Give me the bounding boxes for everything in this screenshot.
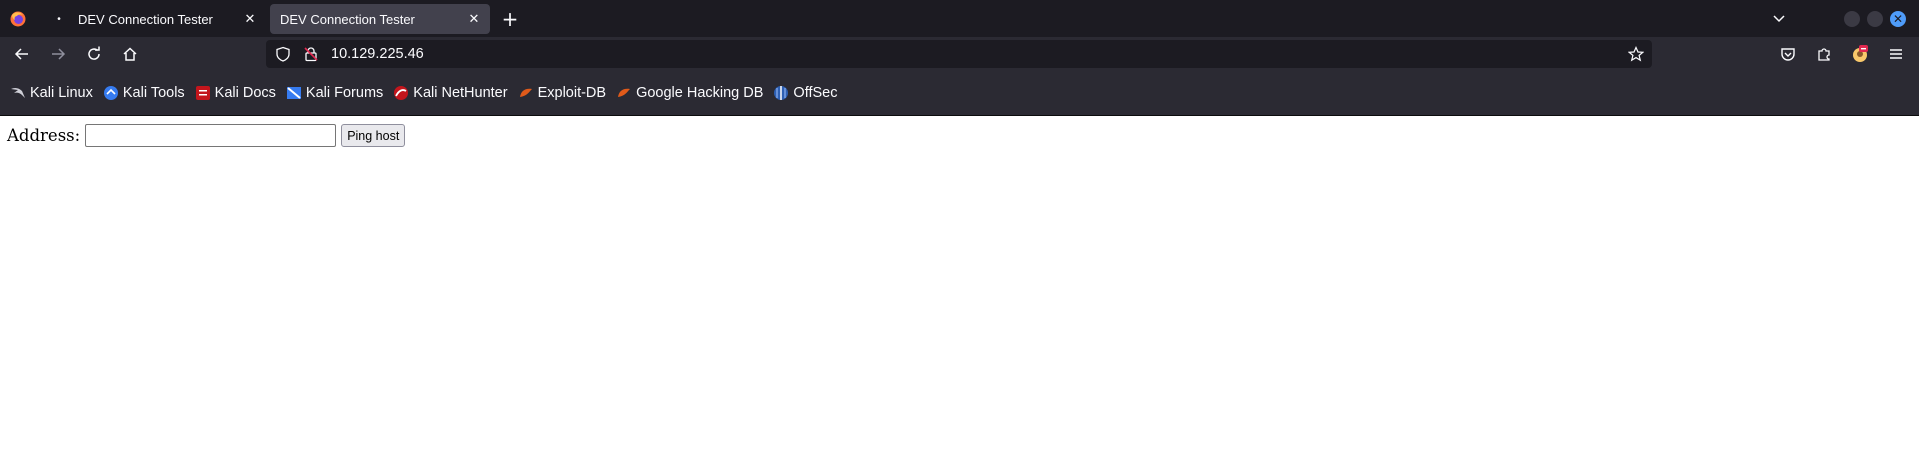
bookmark-kali-docs[interactable]: Kali Docs	[195, 81, 276, 105]
kali-tools-icon	[103, 85, 119, 101]
chevron-down-icon[interactable]	[1768, 7, 1790, 29]
tab-label: DEV Connection Tester	[78, 11, 213, 27]
extensions-puzzle-icon[interactable]	[1810, 40, 1838, 68]
maximize-button[interactable]	[1867, 11, 1883, 27]
new-tab-button[interactable]: +	[496, 5, 524, 33]
ping-form: Address: Ping host	[7, 124, 406, 147]
forward-arrow-icon[interactable]	[44, 40, 72, 68]
url-text[interactable]: 10.129.225.46	[331, 46, 424, 62]
address-label: Address:	[7, 126, 81, 145]
bookmark-label: OffSec	[793, 84, 838, 101]
ping-host-button[interactable]: Ping host	[341, 124, 406, 147]
exploit-db-icon	[518, 85, 534, 101]
kali-docs-icon	[195, 85, 211, 101]
bookmark-exploit-db[interactable]: Exploit-DB	[518, 81, 607, 105]
navigation-toolbar: 10.129.225.46	[0, 37, 1919, 70]
bookmark-kali-linux[interactable]: Kali Linux	[10, 81, 93, 105]
offsec-icon	[773, 85, 789, 101]
kali-forums-icon	[286, 85, 302, 101]
ghdb-icon	[616, 85, 632, 101]
minimize-button[interactable]	[1844, 11, 1860, 27]
tracking-protection-shield-icon[interactable]	[275, 46, 291, 62]
bookmark-label: Kali Forums	[305, 84, 384, 101]
bookmark-label: Kali Linux	[30, 84, 93, 101]
bookmarks-toolbar: Kali Linux Kali Tools Kali Docs Kali For…	[0, 70, 1919, 116]
address-bar[interactable]: 10.129.225.46	[266, 40, 1652, 68]
tab-strip: • DEV Connection Tester ✕ DEV Connection…	[0, 0, 1919, 37]
page-content: Address: Ping host	[0, 117, 1919, 456]
bookmark-label: Exploit-DB	[537, 84, 607, 101]
insecure-lock-icon[interactable]	[303, 46, 319, 62]
kali-nethunter-icon	[393, 85, 409, 101]
bookmark-kali-forums[interactable]: Kali Forums	[286, 81, 383, 105]
bookmark-label: Kali Docs	[214, 84, 276, 101]
address-input[interactable]	[85, 124, 337, 147]
bookmark-kali-nethunter[interactable]: Kali NetHunter	[393, 81, 508, 105]
account-avatar-icon[interactable]	[1846, 40, 1874, 68]
bookmark-label: Google Hacking DB	[636, 84, 764, 101]
home-icon[interactable]	[116, 40, 144, 68]
tab-inactive[interactable]: • DEV Connection Tester ✕	[42, 4, 266, 34]
bookmark-label: Kali NetHunter	[413, 84, 508, 101]
kali-dragon-icon	[10, 85, 26, 101]
window-close-button[interactable]: ✕	[1890, 11, 1906, 27]
tab-close-icon[interactable]: ✕	[242, 11, 258, 27]
bookmark-label: Kali Tools	[122, 84, 185, 101]
firefox-menu-icon[interactable]	[0, 0, 36, 37]
reload-icon[interactable]	[80, 40, 108, 68]
bookmark-star-icon[interactable]	[1628, 46, 1644, 62]
tab-close-icon[interactable]: ✕	[466, 11, 482, 27]
bookmark-google-hacking-db[interactable]: Google Hacking DB	[616, 81, 763, 105]
back-arrow-icon[interactable]	[8, 40, 36, 68]
hamburger-menu-icon[interactable]	[1882, 40, 1910, 68]
pocket-icon[interactable]	[1774, 40, 1802, 68]
tab-active[interactable]: DEV Connection Tester ✕	[270, 4, 490, 34]
tab-unread-dot: •	[57, 13, 61, 25]
bookmark-offsec[interactable]: OffSec	[773, 81, 837, 105]
bookmark-kali-tools[interactable]: Kali Tools	[103, 81, 185, 105]
tab-label: DEV Connection Tester	[280, 11, 415, 27]
